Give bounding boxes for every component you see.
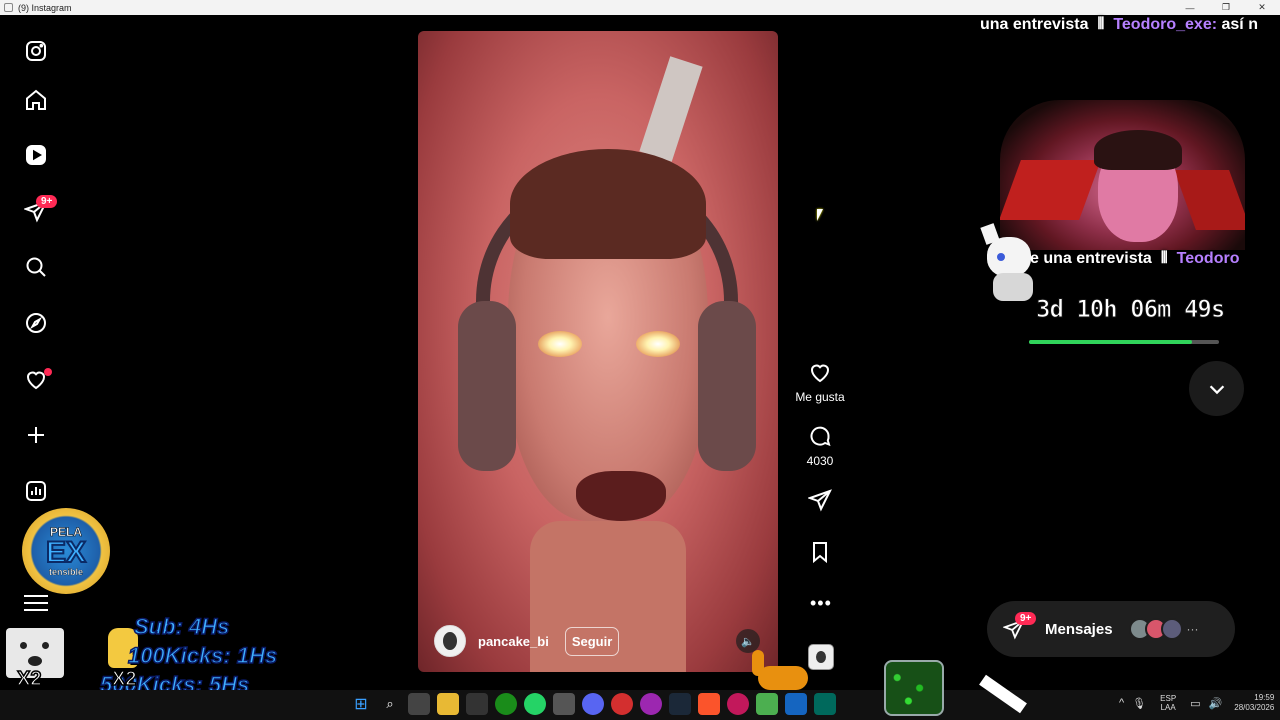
messages-button[interactable]: Mensajes ··· [987,601,1235,657]
reels-icon[interactable] [22,141,50,169]
comment-icon [810,426,831,447]
video-mouth [576,471,666,521]
progress-fill [1029,340,1193,344]
steam-icon[interactable] [669,693,691,715]
create-icon[interactable] [22,421,50,449]
comments-count: 4030 [806,454,834,468]
ticker-text-2: así n [1221,16,1258,33]
reel-video[interactable]: pancake_bi Seguir 🔈 [418,31,778,672]
file-explorer-icon[interactable] [437,693,459,715]
system-tray: ^ 🎙 ESP LAA ▭ 🔊 19:59 28/03/2026 [1115,693,1274,713]
home-icon[interactable] [22,86,50,114]
like-button[interactable]: Me gusta [790,360,850,404]
chat-ticker-mid: e una entrevista ⦀ Teodoro [1030,245,1280,273]
chevron-down-icon [1209,384,1224,394]
author-avatar[interactable] [434,625,466,657]
ticker-mid-user: Teodoro [1176,250,1240,267]
clock-date: 28/03/2026 [1234,703,1275,712]
video-hair [510,149,706,259]
bookmark-icon [813,542,827,564]
logo-line-2: EX [45,536,87,569]
share-button[interactable] [790,488,850,512]
mouse-cursor-icon [817,209,823,221]
whatsapp-icon[interactable] [524,693,546,715]
goal-item: Sub: 4Hs [133,613,230,640]
multiplier-left: X2 [16,667,42,691]
search-icon[interactable]: ⌕ [379,693,401,715]
notification-dot [44,368,52,376]
explore-icon[interactable] [22,309,50,337]
epic-games-icon[interactable] [466,693,488,715]
goal-item: 100Kicks: 1Hs [127,642,278,669]
brave-icon[interactable] [698,693,720,715]
clock-time: 19:59 [1254,693,1275,702]
glowing-eye-right [636,331,680,357]
dashboard-icon[interactable] [22,477,50,505]
discord-icon[interactable] [582,693,604,715]
like-label: Me gusta [795,390,845,404]
follow-button[interactable]: Seguir [564,626,620,656]
ticker-separator: ⦀ [1097,16,1105,33]
camel-sticker-icon [748,648,818,698]
multiplier-right: X2 [111,667,137,691]
lang-top: ESP [1160,694,1177,703]
messages-badge: 9+ [1015,612,1037,625]
comment-button[interactable]: 4030 [790,424,850,468]
chevron-up-icon[interactable]: ^ [1119,697,1124,709]
jar-sticker-icon [884,660,944,716]
lang-bottom: LAA [1160,703,1176,712]
headphone-right [698,301,756,471]
microphone-icon[interactable]: 🎙 [1132,697,1146,710]
volume-icon[interactable]: 🔊 [1209,697,1223,710]
window-title: (9) Instagram [18,2,72,13]
glowing-eye-left [538,331,582,357]
app-icon [4,3,13,12]
author-username[interactable]: pancake_bi [478,634,549,649]
more-options-button[interactable]: ••• [810,593,832,614]
countdown-progress [1029,340,1219,344]
language-indicator[interactable]: ESP LAA [1160,694,1176,712]
anime-mascot-icon [975,223,1055,305]
task-view-icon[interactable] [408,693,430,715]
logo-line-3: tensible [48,567,83,577]
app-icon[interactable] [640,693,662,715]
countdown-timer: 3d 10h 06m 49s [1035,295,1225,324]
app-icon[interactable] [727,693,749,715]
ticker-user: Teodoro_exe: [1113,16,1218,33]
reel-author: pancake_bi Seguir [434,625,620,657]
direct-badge: 9+ [36,195,58,208]
message-avatars [1128,618,1183,640]
xbox-icon[interactable] [495,693,517,715]
chat-ticker-top: una entrevista ⦀ Teodoro_exe: así n [980,10,1280,40]
menu-icon[interactable] [24,590,48,614]
app-icon[interactable] [553,693,575,715]
opera-icon[interactable] [611,693,633,715]
video-strip [639,56,703,162]
save-button[interactable] [790,540,850,564]
avatar [1160,618,1183,640]
messages-label: Mensajes [1045,620,1113,638]
windows-start-icon[interactable]: ⊞ [350,693,372,715]
pela-extensible-logo: PELA EX tensible [22,508,110,594]
search-icon[interactable] [22,253,50,281]
clock[interactable]: 19:59 28/03/2026 [1234,693,1274,713]
network-icon[interactable]: ▭ [1190,697,1200,710]
ticker-text: una entrevista [980,16,1089,33]
more-avatars-indicator: ··· [1186,622,1199,636]
next-reel-button[interactable] [1189,361,1244,416]
instagram-logo-icon[interactable] [22,37,50,65]
headphone-left [458,301,516,471]
send-icon [808,489,832,512]
ticker-mid-separator: ⦀ [1160,250,1168,267]
heart-icon [810,364,830,383]
